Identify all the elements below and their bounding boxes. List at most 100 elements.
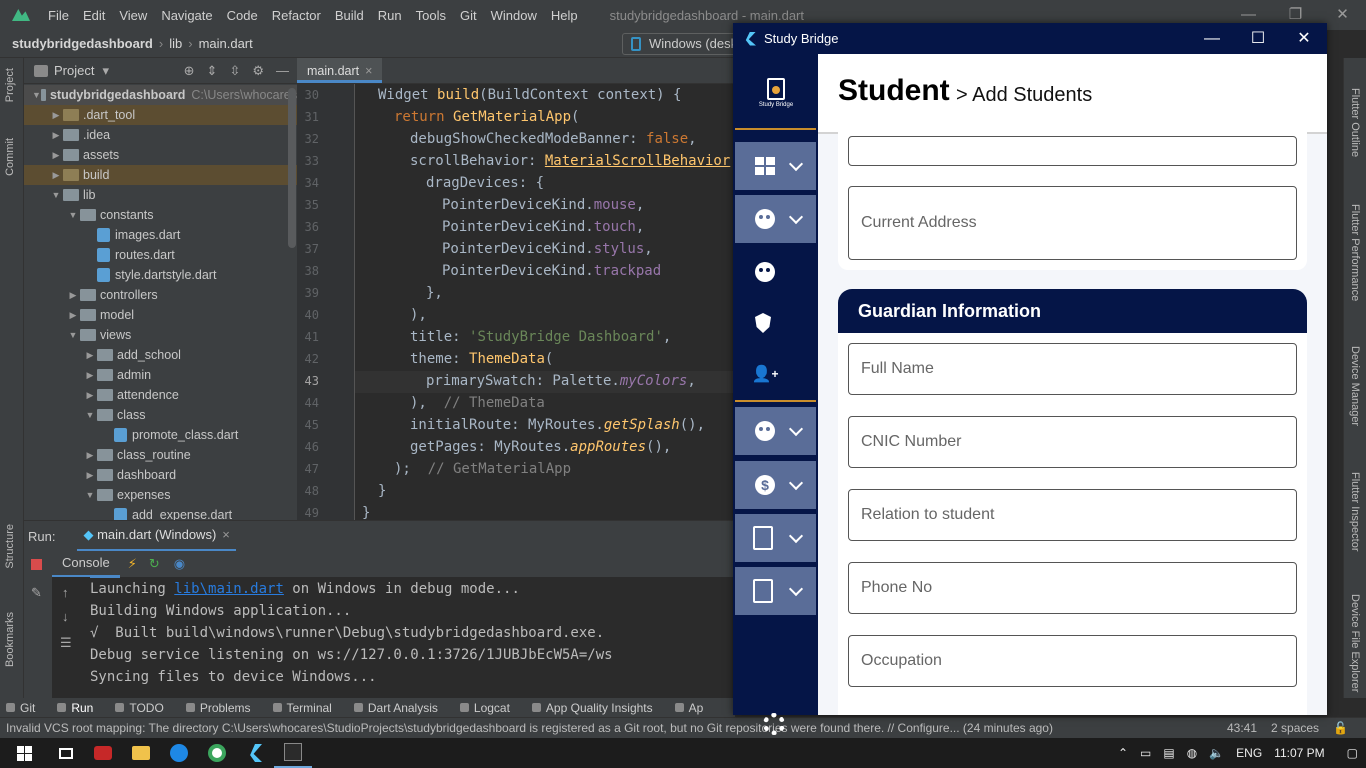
close-icon[interactable]: × [222, 527, 230, 542]
menu-code[interactable]: Code [227, 8, 258, 23]
project-tree-item[interactable]: ▶ admin [24, 365, 297, 385]
clock[interactable]: 11:07 PM [1274, 746, 1324, 760]
project-tree-item[interactable]: images.dart [24, 225, 297, 245]
tool-tab-commit[interactable]: Commit [4, 138, 16, 176]
project-tree-item[interactable]: ▶ .idea [24, 125, 297, 145]
flutter-app-icon[interactable] [236, 738, 274, 768]
project-tree-item[interactable]: promote_class.dart [24, 425, 297, 445]
sidebar-item-add-user[interactable]: 👤 + [735, 350, 816, 398]
chevron-right-icon[interactable]: ▶ [83, 350, 97, 361]
bottom-tab[interactable]: Terminal [272, 701, 332, 715]
chevron-down-icon[interactable]: ▼ [66, 210, 80, 220]
indent-setting[interactable]: 2 spaces [1271, 721, 1319, 735]
bottom-tab[interactable]: TODO [115, 701, 164, 715]
sidebar-item-admin[interactable] [735, 299, 816, 347]
chevron-up-icon[interactable]: ⌃ [1118, 746, 1128, 760]
guardian-full-name-input[interactable]: Full Name [848, 343, 1297, 395]
sidebar-item-students[interactable] [735, 195, 816, 243]
sidebar-item-teachers[interactable] [735, 248, 816, 296]
chevron-down-icon[interactable]: ▼ [66, 330, 80, 340]
menu-window[interactable]: Window [491, 8, 537, 23]
close-icon[interactable]: × [365, 64, 372, 78]
bottom-tab[interactable]: App Quality Insights [531, 701, 653, 715]
guardian-cnic-input[interactable]: CNIC Number [848, 416, 1297, 468]
project-tree-item[interactable]: ▼ expenses [24, 485, 297, 505]
study-bridge-logo[interactable]: Study Bridge [755, 78, 797, 114]
tool-tab-device-file-explorer[interactable]: Device File Explorer [1349, 594, 1361, 692]
globe-icon[interactable]: ◍ [1187, 746, 1197, 760]
close-icon[interactable]: ✕ [1281, 23, 1327, 54]
tool-tab-flutter-outline[interactable]: Flutter Outline [1349, 88, 1361, 157]
hot-reload-icon[interactable]: ⚡ [128, 556, 137, 572]
bottom-tab[interactable]: Dart Analysis [353, 701, 438, 715]
lock-icon[interactable]: 🔓 [1333, 721, 1348, 735]
project-tree-item[interactable]: ▶ dashboard [24, 465, 297, 485]
expand-all-icon[interactable]: ⇕ [207, 63, 218, 79]
menu-tools[interactable]: Tools [416, 8, 446, 23]
project-tree-item[interactable]: add_expense.dart [24, 505, 297, 520]
chevron-down-icon[interactable]: ▾ [102, 63, 109, 79]
run-tab-main-windows[interactable]: ◆ main.dart (Windows) × [77, 521, 236, 552]
sidebar-item-classes[interactable] [735, 407, 816, 455]
project-tree-item[interactable]: ▼ constants [24, 205, 297, 225]
locate-icon[interactable]: ⊕ [184, 63, 195, 79]
gear-icon[interactable]: ⚙ [252, 63, 264, 79]
menu-run[interactable]: Run [378, 8, 402, 23]
soft-wrap-icon[interactable]: ☰ [60, 635, 72, 651]
menu-help[interactable]: Help [551, 8, 578, 23]
editor-tab-main-dart[interactable]: main.dart × [297, 58, 383, 83]
up-arrow-icon[interactable]: ↑ [62, 585, 69, 600]
hide-icon[interactable]: — [276, 63, 289, 79]
caret-position[interactable]: 43:41 [1227, 721, 1257, 735]
tool-tab-bookmarks[interactable]: Bookmarks [4, 612, 16, 667]
chevron-right-icon[interactable]: ▶ [66, 290, 80, 301]
bottom-tab[interactable]: Git [6, 701, 35, 715]
menu-navigate[interactable]: Navigate [161, 8, 212, 23]
tool-tab-device-manager[interactable]: Device Manager [1349, 346, 1361, 426]
project-tree-item[interactable]: routes.dart [24, 245, 297, 265]
console-tab[interactable]: Console [52, 551, 120, 578]
project-tree-item[interactable]: ▼ studybridgedashboard C:\Users\whocares [24, 85, 297, 105]
breadcrumb-folder[interactable]: lib [169, 36, 182, 51]
hot-restart-icon[interactable]: ↻ [149, 556, 160, 572]
chevron-down-icon[interactable]: ▼ [49, 190, 63, 200]
edge-icon[interactable] [160, 738, 198, 768]
project-tree-item[interactable]: style.dartstyle.dart [24, 265, 297, 285]
settings-gear-icon[interactable] [763, 713, 785, 735]
tool-tab-structure[interactable]: Structure [4, 524, 16, 569]
bottom-tab[interactable]: Ap [674, 701, 703, 715]
app-icon-red[interactable] [84, 738, 122, 768]
sidebar-item-documents[interactable] [735, 514, 816, 562]
guardian-occupation-input[interactable]: Occupation [848, 635, 1297, 687]
chevron-right-icon[interactable]: ▶ [49, 110, 63, 121]
previous-field-input[interactable] [848, 136, 1297, 166]
guardian-relation-input[interactable]: Relation to student [848, 489, 1297, 541]
tool-tab-project[interactable]: Project [4, 68, 16, 102]
project-tree-item[interactable]: ▶ model [24, 305, 297, 325]
project-tree-item[interactable]: ▼ class [24, 405, 297, 425]
chevron-right-icon[interactable]: ▶ [83, 470, 97, 481]
project-tree-item[interactable]: ▶ add_school [24, 345, 297, 365]
down-arrow-icon[interactable]: ↓ [62, 609, 69, 624]
sidebar-item-dashboard[interactable] [735, 142, 816, 190]
project-tree-item[interactable]: ▶ assets [24, 145, 297, 165]
bottom-tab[interactable]: Run [57, 701, 93, 715]
chevron-down-icon[interactable]: ▼ [83, 410, 97, 420]
device-selector[interactable]: Windows (deskt [622, 33, 742, 55]
project-tree-item[interactable]: ▶ attendence [24, 385, 297, 405]
chevron-right-icon[interactable]: ▶ [49, 170, 63, 181]
chevron-down-icon[interactable]: ▼ [83, 490, 97, 500]
maximize-icon[interactable]: ☐ [1235, 23, 1281, 54]
chevron-down-icon[interactable]: ▼ [32, 90, 41, 100]
project-tree-item[interactable]: ▶ .dart_tool [24, 105, 297, 125]
windows-start-icon[interactable] [0, 738, 48, 768]
pin-icon[interactable]: ✎ [31, 585, 42, 601]
sidebar-item-fees[interactable]: $ [735, 461, 816, 509]
guardian-phone-input[interactable]: Phone No [848, 562, 1297, 614]
stop-icon[interactable] [31, 559, 42, 570]
project-tree-item[interactable]: ▶ build [24, 165, 297, 185]
menu-refactor[interactable]: Refactor [272, 8, 321, 23]
menu-edit[interactable]: Edit [83, 8, 105, 23]
tool-tab-flutter-inspector[interactable]: Flutter Inspector [1349, 472, 1361, 551]
project-scrollbar[interactable] [288, 88, 296, 248]
